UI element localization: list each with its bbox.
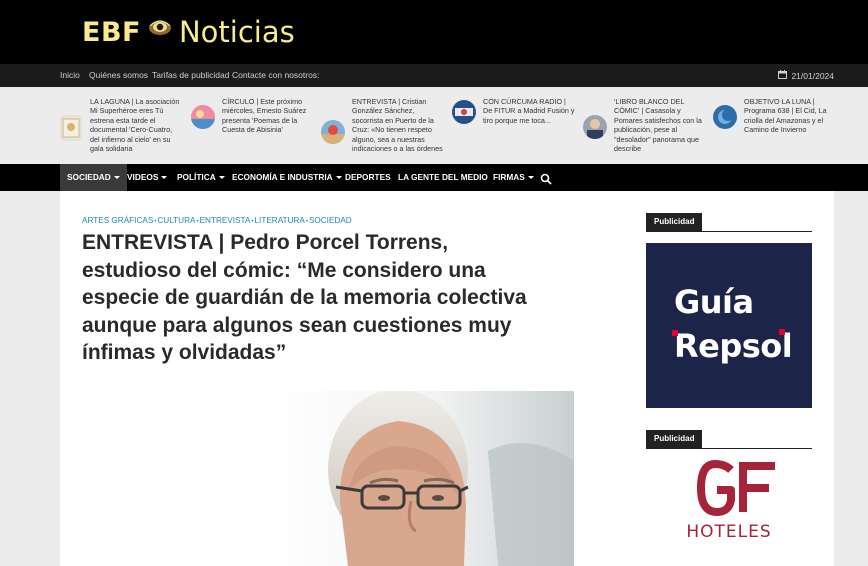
gf-logo-icon [697,460,775,516]
date-display: 21/01/2024 [778,70,834,81]
logo-ebf-text: EBF [82,16,141,48]
news-ticker: LA LAGUNA | La asociación Mi Superhéroe … [0,87,868,164]
search-icon[interactable] [540,172,552,185]
toplink-quienes-somos[interactable]: Quiénes somos [89,70,148,80]
date-text: 21/01/2024 [791,70,834,81]
caret-down-icon [218,176,225,180]
nav-sociedad[interactable]: SOCIEDAD [60,164,127,191]
ad-gf-hoteles[interactable]: HOTELES [646,456,812,566]
repsol-accent-icon [779,329,785,335]
nav-videos[interactable]: VIDEOS [120,164,174,191]
calendar-icon [778,70,788,81]
nav-label: ECONOMÍA E INDUSTRIA [232,172,333,182]
ticker-item-3[interactable]: ENTREVISTA | Cristian González Sánchez, … [352,97,444,153]
nav-label: FIRMAS [493,172,525,182]
site-header: EBF Noticias [0,0,868,64]
caret-down-icon [113,176,120,180]
category-link[interactable]: LITERATURA [254,216,304,225]
ad-brand-line2: Repsol [674,327,793,365]
documentary-thumb[interactable] [60,115,82,141]
nav-politica[interactable]: POLÍTICA [170,164,232,191]
main-nav: SOCIEDAD VIDEOS POLÍTICA ECONOMÍA E INDU… [0,164,868,191]
radio-thumb[interactable] [452,100,476,124]
category-link[interactable]: ENTREVISTA [200,216,251,225]
advertising-tag: Publicidad [646,213,703,231]
caret-down-icon [527,176,534,180]
category-link[interactable]: CULTURA [157,216,195,225]
ticker-item-5[interactable]: 'LIBRO BLANCO DEL CÓMIC' | Casasola y Po… [614,97,706,153]
nav-label: POLÍTICA [177,172,216,182]
ticker-item-1[interactable]: LA LAGUNA | La asociación Mi Superhéroe … [90,97,182,153]
nav-label: SOCIEDAD [67,172,111,182]
article-photo [268,391,574,566]
moon-thumb[interactable] [713,105,737,129]
divider [646,231,812,232]
nav-label: DEPORTES [345,172,391,182]
divider [646,448,812,449]
nav-label: VIDEOS [127,172,159,182]
advertising-tag: Publicidad [646,430,703,448]
caret-down-icon [161,176,168,180]
poetry-thumb[interactable] [191,105,215,129]
separator-icon: • [196,219,199,225]
toplink-inicio[interactable]: Inicio [60,70,80,80]
beach-thumb[interactable] [321,120,345,144]
ad-guia-repsol[interactable]: Guía Repsol [646,243,812,408]
article-headline: ENTREVISTA | Pedro Porcel Torrens, estud… [82,231,527,365]
site-logo[interactable]: EBF Noticias [82,14,295,50]
nav-economia[interactable]: ECONOMÍA E INDUSTRIA [225,164,349,191]
repsol-accent-icon [672,330,678,336]
nav-deportes[interactable]: DEPORTES [338,164,398,191]
separator-icon: • [305,219,308,225]
ad-brand-text: HOTELES [686,522,772,542]
eye-icon [147,18,173,38]
logo-noticias-text: Noticias [178,15,295,49]
nav-firmas[interactable]: FIRMAS [486,164,541,191]
comic-thumb[interactable] [583,115,607,139]
category-link[interactable]: SOCIEDAD [309,216,352,225]
ad-brand-line1: Guía [674,283,754,321]
article-categories: ARTES GRÁFICAS•CULTURA•ENTREVISTA•LITERA… [82,216,352,225]
ticker-item-6[interactable]: OBJETIVO LA LUNA | Programa 638 | El Cid… [744,97,836,153]
top-bar: Inicio Quiénes somos Tarifas de publicid… [0,64,868,87]
toplink-tarifas[interactable]: Tarifas de publicidad [152,70,230,80]
nav-gente-del-medio[interactable]: LA GENTE DEL MEDIO [391,164,495,191]
toplink-contacte[interactable]: Contacte con nosotros: [232,70,319,80]
ticker-item-2[interactable]: CÍRCULO | Este próximo miércoles, Ernest… [222,97,314,153]
ticker-item-4[interactable]: CON CÚRCUMA RADIO | De FITUR a Madrid Fu… [483,97,575,153]
nav-label: LA GENTE DEL MEDIO [398,172,488,182]
category-link[interactable]: ARTES GRÁFICAS [82,216,153,225]
